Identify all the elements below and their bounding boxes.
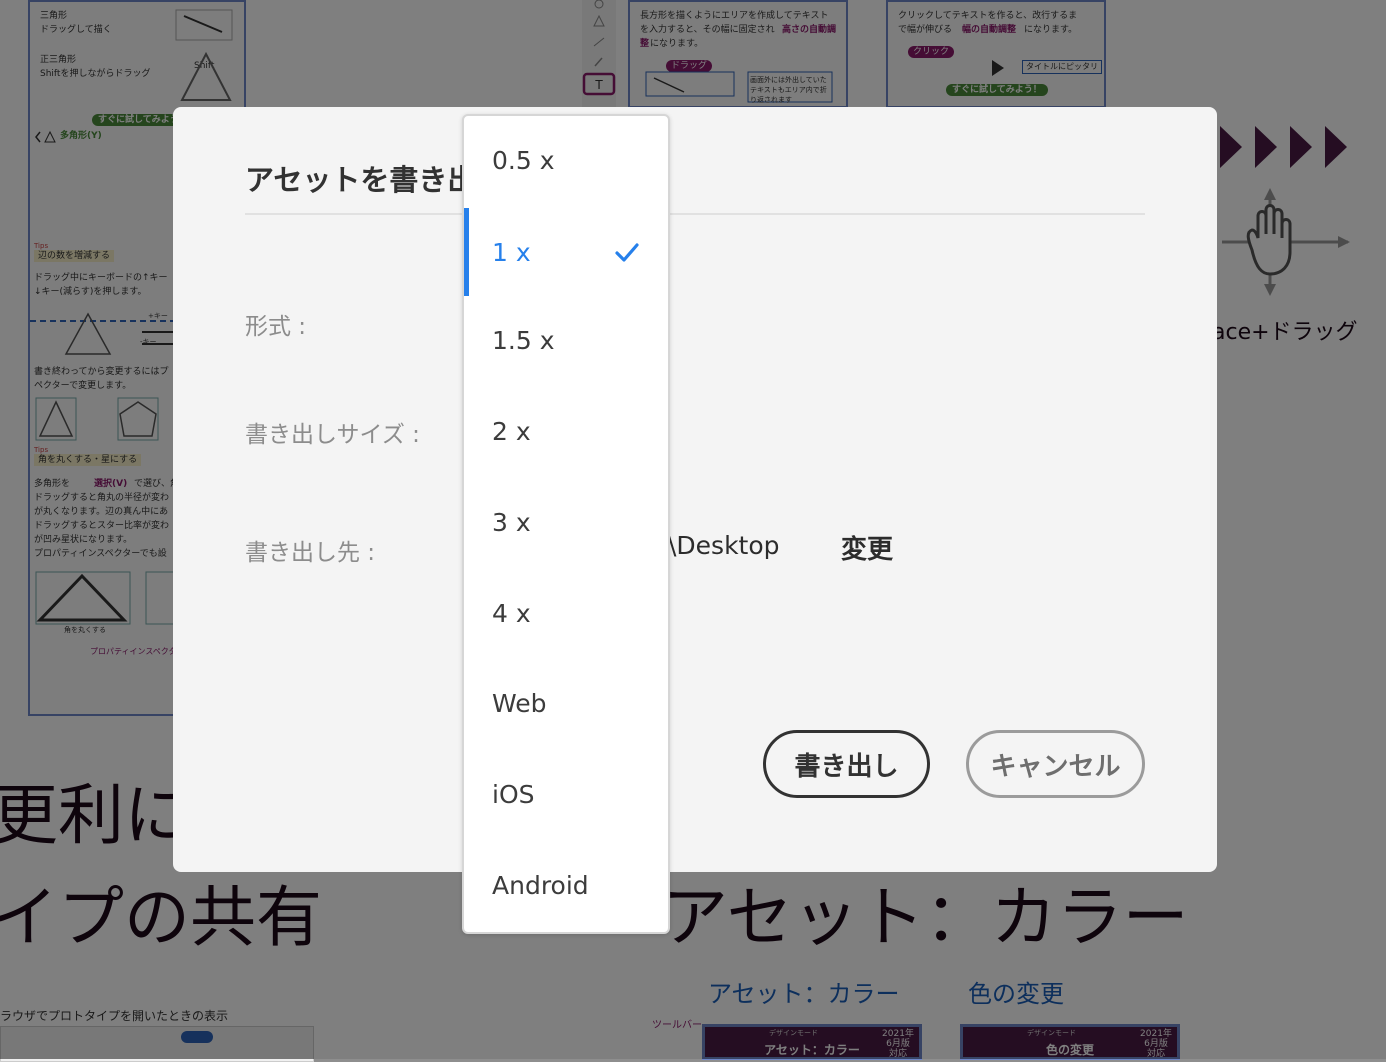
export-size-dropdown: 0.5 x 1 x 1.5 x 2 x 3 x 4 x Web iOS Andr…	[462, 114, 670, 934]
dropdown-option-2x[interactable]: 2 x	[464, 387, 668, 477]
dropdown-option-1x[interactable]: 1 x	[464, 208, 668, 298]
dialog-divider	[245, 213, 1145, 215]
option-label: 1.5 x	[492, 326, 555, 355]
destination-path: \Desktop	[668, 531, 780, 560]
dropdown-option-ios[interactable]: iOS	[464, 750, 668, 840]
option-label: 4 x	[492, 599, 531, 628]
option-label: 1 x	[492, 238, 531, 267]
dropdown-option-android[interactable]: Android	[464, 841, 668, 931]
destination-label: 書き出し先 :	[245, 540, 376, 566]
export-assets-dialog: アセットを書き出し 形式 : 書き出しサイズ : 書き出し先 : \Deskto…	[173, 107, 1217, 872]
dropdown-option-3x[interactable]: 3 x	[464, 478, 668, 568]
dropdown-option-4x[interactable]: 4 x	[464, 569, 668, 659]
export-size-label: 書き出しサイズ :	[245, 422, 420, 448]
checkmark-icon	[615, 243, 639, 262]
option-label: iOS	[492, 780, 535, 809]
export-button[interactable]: 書き出し	[763, 730, 930, 798]
option-label: Web	[492, 689, 547, 718]
option-label: Android	[492, 871, 589, 900]
selected-indicator-bar	[464, 208, 469, 296]
option-label: 0.5 x	[492, 146, 555, 175]
change-destination-button[interactable]: 変更	[841, 529, 893, 566]
dropdown-option-web[interactable]: Web	[464, 659, 668, 749]
dropdown-option-1-5x[interactable]: 1.5 x	[464, 296, 668, 386]
option-label: 2 x	[492, 417, 531, 446]
option-label: 3 x	[492, 508, 531, 537]
dropdown-option-0-5x[interactable]: 0.5 x	[464, 116, 668, 206]
cancel-button[interactable]: キャンセル	[966, 730, 1145, 798]
format-label: 形式 :	[245, 314, 307, 340]
